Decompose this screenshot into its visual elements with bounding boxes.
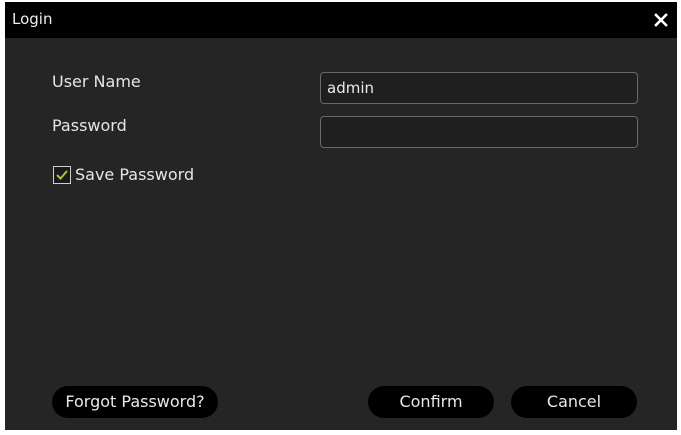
confirm-button[interactable]: Confirm — [368, 386, 494, 418]
cancel-button[interactable]: Cancel — [511, 386, 637, 418]
save-password-checkbox[interactable] — [53, 166, 71, 184]
close-icon[interactable] — [651, 10, 671, 30]
close-icon-glyph — [654, 13, 668, 27]
title-bar: Login — [5, 2, 677, 38]
dialog-title: Login — [12, 10, 53, 28]
password-label: Password — [52, 116, 127, 135]
password-input[interactable] — [320, 116, 638, 148]
checkmark-icon — [56, 170, 68, 180]
username-input[interactable] — [320, 72, 638, 104]
forgot-password-button[interactable]: Forgot Password? — [52, 386, 218, 418]
save-password-label: Save Password — [75, 165, 195, 184]
login-dialog: Login User Name Password Save Password F… — [5, 2, 677, 430]
username-label: User Name — [52, 72, 141, 91]
